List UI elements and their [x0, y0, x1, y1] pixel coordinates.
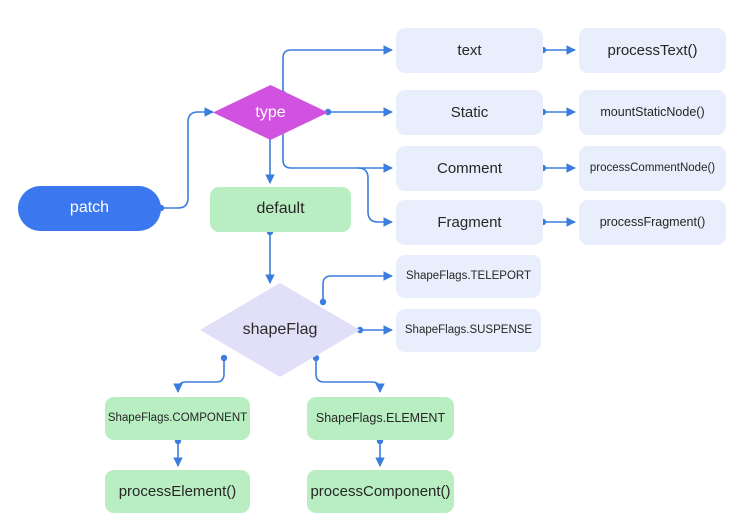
node-shapeflags-suspense[interactable]: ShapeFlags.SUSPENSE: [396, 309, 541, 352]
node-patch[interactable]: patch: [18, 186, 161, 231]
node-process-component-label: processComponent(): [310, 482, 451, 500]
node-shapeflags-component-label: ShapeFlags.COMPONENT: [107, 411, 248, 424]
node-process-element-label: processElement(): [118, 482, 237, 500]
node-default[interactable]: default: [210, 187, 351, 232]
node-shapeflags-component[interactable]: ShapeFlags.COMPONENT: [105, 397, 250, 440]
node-type-label: type: [255, 103, 286, 121]
node-mount-static-node[interactable]: mountStaticNode(): [579, 90, 726, 135]
node-shapeflags-suspense-label: ShapeFlags.SUSPENSE: [404, 323, 533, 336]
node-default-label: default: [256, 200, 305, 218]
node-shapeflags-teleport-label: ShapeFlags.TELEPORT: [405, 269, 532, 282]
node-shapeflag[interactable]: shapeFlag: [200, 283, 360, 377]
node-static[interactable]: Static: [396, 90, 543, 135]
node-fragment-label: Fragment: [437, 213, 502, 231]
node-process-fragment-label: processFragment(): [599, 215, 706, 230]
node-static-label: Static: [450, 103, 489, 121]
node-comment-label: Comment: [436, 159, 503, 177]
edge-patch-to-type: [161, 107, 214, 209]
diagram-canvas: patch type default shapeFlag text Static…: [0, 0, 737, 523]
edge-layer: [157, 45, 576, 467]
node-process-comment-node[interactable]: processCommentNode(): [579, 146, 726, 191]
node-shapeflags-teleport[interactable]: ShapeFlags.TELEPORT: [396, 255, 541, 298]
node-shapeflags-element-label: ShapeFlags.ELEMENT: [315, 411, 446, 426]
node-fragment[interactable]: Fragment: [396, 200, 543, 245]
node-process-comment-node-label: processCommentNode(): [589, 161, 716, 174]
node-process-fragment[interactable]: processFragment(): [579, 200, 726, 245]
node-process-text[interactable]: processText(): [579, 28, 726, 73]
node-text[interactable]: text: [396, 28, 543, 73]
node-type[interactable]: type: [213, 85, 328, 140]
node-process-element[interactable]: processElement(): [105, 470, 250, 513]
node-comment[interactable]: Comment: [396, 146, 543, 191]
node-patch-label: patch: [69, 199, 110, 217]
node-process-text-label: processText(): [607, 41, 698, 59]
node-text-label: text: [457, 41, 482, 59]
node-mount-static-node-label: mountStaticNode(): [600, 105, 705, 120]
node-shapeflag-label: shapeFlag: [242, 321, 318, 338]
node-process-component[interactable]: processComponent(): [307, 470, 454, 513]
edge-type-to-fragment: [357, 167, 393, 227]
node-shapeflags-element[interactable]: ShapeFlags.ELEMENT: [307, 397, 454, 440]
